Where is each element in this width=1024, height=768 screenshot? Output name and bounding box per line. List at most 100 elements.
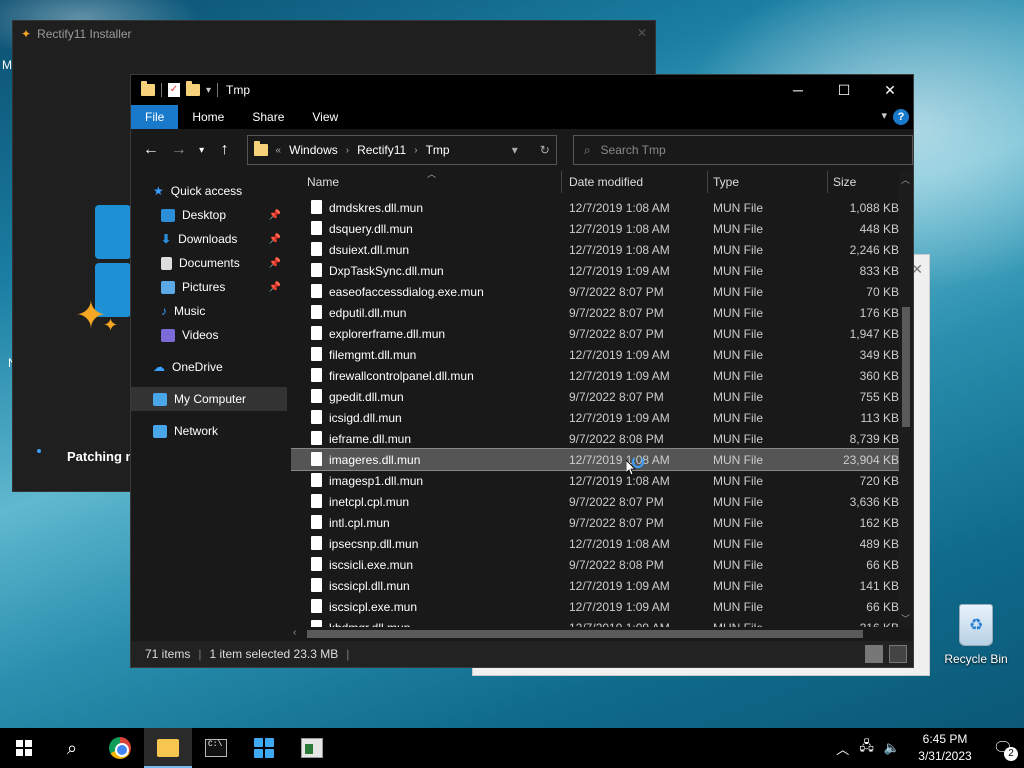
minimize-button[interactable]: ─ [775, 75, 821, 105]
nav-documents[interactable]: Documents 📌 [131, 251, 287, 275]
file-row[interactable]: firewallcontrolpanel.dll.mun 12/7/2019 1:… [291, 365, 901, 386]
details-view-button[interactable] [865, 645, 883, 663]
file-row[interactable]: intl.cpl.mun 9/7/2022 8:07 PM MUN File 162 … [291, 512, 901, 533]
tab-share[interactable]: Share [238, 105, 298, 129]
taskbar-rectify11[interactable] [240, 728, 288, 768]
chevron-right-icon[interactable]: › [414, 145, 417, 156]
breadcrumb-rectify11[interactable]: Rectify11 [357, 143, 406, 157]
scroll-left-icon[interactable]: ‹ [293, 627, 296, 638]
column-divider[interactable] [561, 171, 562, 193]
column-size[interactable]: Size [833, 175, 856, 189]
refresh-icon[interactable]: ↻ [540, 143, 550, 157]
installer-titlebar[interactable]: ✦ Rectify11 Installer [13, 21, 655, 47]
nav-label: Videos [182, 328, 219, 342]
column-divider[interactable] [827, 171, 828, 193]
clock[interactable]: 6:45 PM 3/31/2023 [910, 731, 980, 765]
file-row[interactable]: filemgmt.dll.mun 12/7/2019 1:09 AM MUN Fil… [291, 344, 901, 365]
column-name[interactable]: Name [307, 175, 339, 189]
start-button[interactable] [0, 728, 48, 768]
scroll-down-icon[interactable]: ﹀ [901, 612, 910, 625]
expand-ribbon-icon[interactable]: ▾ [881, 109, 887, 122]
back-button[interactable]: ← [139, 141, 163, 159]
file-row[interactable]: iscsicpl.exe.mun 12/7/2019 1:09 AM MUN Fil… [291, 596, 901, 617]
nav-downloads[interactable]: ⬇ Downloads 📌 [131, 227, 287, 251]
properties-icon[interactable]: ✓ [168, 83, 180, 97]
nav-music[interactable]: ♪ Music [131, 299, 287, 323]
file-row[interactable]: imagesp1.dll.mun 12/7/2019 1:08 AM MUN Fil… [291, 470, 901, 491]
file-list[interactable]: ︿ Name Date modified Type Size dmdskres.… [291, 171, 901, 627]
address-overflow[interactable]: « [276, 145, 282, 156]
pin-icon[interactable]: 📌 [269, 210, 281, 221]
chevron-up-icon[interactable]: ︿ [836, 739, 849, 758]
tab-home[interactable]: Home [178, 105, 238, 129]
nav-my-computer[interactable]: My Computer [131, 387, 287, 411]
file-row[interactable]: easeofaccessdialog.exe.mun 9/7/2022 8:07 … [291, 281, 901, 302]
maximize-button[interactable]: ☐ [821, 75, 867, 105]
file-row[interactable]: iscsicpl.dll.mun 12/7/2019 1:09 AM MUN Fil… [291, 575, 901, 596]
address-bar[interactable]: « Windows › Rectify11 › Tmp ▾ ↻ [246, 135, 557, 165]
recent-locations-button[interactable]: ▾ [195, 145, 209, 156]
search-input[interactable]: Search Tmp [601, 143, 666, 157]
nav-quick-access[interactable]: ★ Quick access [131, 179, 287, 203]
file-row[interactable]: icsigd.dll.mun 12/7/2019 1:09 AM MUN File 1… [291, 407, 901, 428]
large-icons-view-button[interactable] [889, 645, 907, 663]
tab-view[interactable]: View [298, 105, 352, 129]
vertical-scrollbar[interactable]: ︿ ﹀ [899, 171, 913, 627]
file-explorer-window[interactable]: ✓ ▾ Tmp ─ ☐ ✕ File Home Share View ▾ ? ←… [130, 74, 914, 668]
column-divider[interactable] [707, 171, 708, 193]
address-dropdown-icon[interactable]: ▾ [512, 143, 518, 157]
tab-file[interactable]: File [131, 105, 179, 129]
scrollbar-thumb[interactable] [902, 307, 910, 427]
pin-icon[interactable]: 📌 [269, 234, 281, 245]
file-row[interactable]: ipsecsnp.dll.mun 12/7/2019 1:08 AM MUN Fil… [291, 533, 901, 554]
recycle-bin[interactable]: Recycle Bin [944, 604, 1008, 666]
file-row[interactable]: dmdskres.dll.mun 12/7/2019 1:08 AM MUN Fil… [291, 197, 901, 218]
file-size: 360 KB [859, 368, 899, 383]
taskbar-installer[interactable] [288, 728, 336, 768]
taskbar-chrome[interactable] [96, 728, 144, 768]
volume-icon[interactable]: 🔈 [884, 740, 900, 756]
up-button[interactable]: ↑ [213, 141, 237, 159]
file-row[interactable]: dsquery.dll.mun 12/7/2019 1:08 AM MUN File… [291, 218, 901, 239]
breadcrumb-windows[interactable]: Windows [289, 143, 338, 157]
close-button[interactable]: ✕ [867, 75, 913, 105]
column-type[interactable]: Type [713, 175, 739, 189]
action-center-button[interactable]: 🗨 2 [990, 735, 1018, 761]
search-button[interactable]: ⌕ [48, 728, 96, 768]
column-date-modified[interactable]: Date modified [569, 175, 643, 189]
nav-onedrive[interactable]: ☁ OneDrive [131, 355, 287, 379]
nav-videos[interactable]: Videos [131, 323, 287, 347]
scrollbar-thumb[interactable] [307, 630, 863, 638]
new-folder-icon[interactable] [186, 81, 200, 96]
file-row[interactable]: ieframe.dll.mun 9/7/2022 8:08 PM MUN File 8… [291, 428, 901, 449]
file-row[interactable]: iscsicli.exe.mun 9/7/2022 8:08 PM MUN File… [291, 554, 901, 575]
taskbar-command-prompt[interactable]: C:\ [192, 728, 240, 768]
file-row[interactable]: kbdmgr.dll.mun12/7/2019 1:09 AMMUN File2… [291, 617, 901, 627]
breadcrumb-tmp[interactable]: Tmp [426, 143, 450, 157]
nav-desktop[interactable]: Desktop 📌 [131, 203, 287, 227]
search-box[interactable]: ⌕ Search Tmp [572, 135, 913, 165]
file-row[interactable]: imageres.dll.mun 12/7/2019 1:08 AM MUN Fil… [291, 448, 901, 471]
scroll-up-icon[interactable]: ︿ [901, 173, 910, 186]
horizontal-scrollbar[interactable]: ‹ [291, 627, 899, 641]
help-button[interactable]: ? [893, 109, 909, 125]
file-row[interactable]: gpedit.dll.mun 9/7/2022 8:07 PM MUN File 75… [291, 386, 901, 407]
network-icon[interactable]: 🖧 [859, 737, 874, 759]
pin-icon[interactable]: 📌 [269, 282, 281, 293]
file-explorer-icon [157, 739, 179, 757]
file-row[interactable]: dsuiext.dll.mun 12/7/2019 1:08 AM MUN File… [291, 239, 901, 260]
forward-button[interactable]: → [167, 141, 191, 159]
file-row[interactable]: explorerframe.dll.mun 9/7/2022 8:07 PM MUN… [291, 323, 901, 344]
taskbar-file-explorer[interactable] [144, 728, 192, 768]
file-row[interactable]: DxpTaskSync.dll.mun 12/7/2019 1:09 AM MUN … [291, 260, 901, 281]
pin-icon[interactable]: 📌 [269, 258, 281, 269]
file-row[interactable]: inetcpl.cpl.mun 9/7/2022 8:07 PM MUN File 3… [291, 491, 901, 512]
nav-pictures[interactable]: Pictures 📌 [131, 275, 287, 299]
installer-close-button[interactable]: ✕ [637, 26, 647, 40]
file-row[interactable]: edputil.dll.mun 9/7/2022 8:07 PM MUN File 1… [291, 302, 901, 323]
explorer-titlebar[interactable]: ✓ ▾ Tmp ─ ☐ ✕ [131, 75, 913, 105]
customize-toolbar-icon[interactable]: ▾ [206, 85, 211, 96]
installer-icon [301, 738, 323, 758]
nav-network[interactable]: Network [131, 419, 287, 443]
chevron-right-icon[interactable]: › [346, 145, 349, 156]
